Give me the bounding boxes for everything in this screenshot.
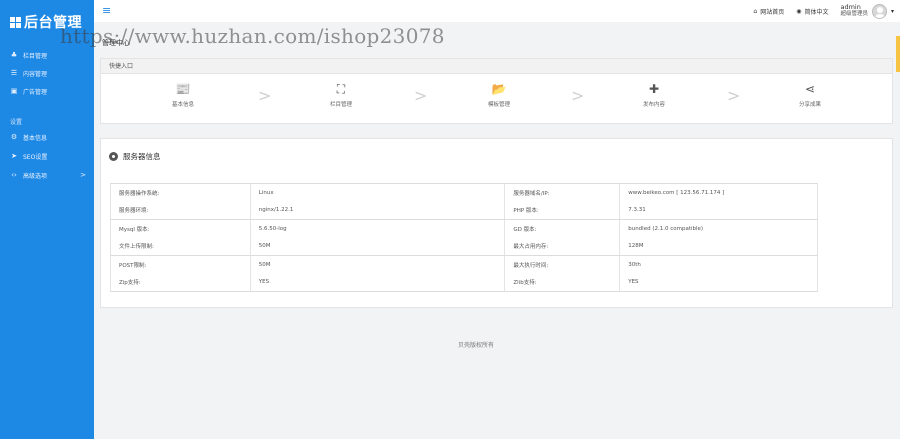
- quick-item-templates[interactable]: 📂 模板管理: [459, 82, 539, 108]
- menu-toggle-icon[interactable]: ≡: [102, 4, 111, 17]
- logo-grid-icon: [10, 16, 21, 28]
- quick-access-title: 快捷入口: [101, 59, 892, 74]
- table-cell: 7.3.31: [619, 201, 818, 220]
- home-icon: ⌂: [753, 7, 758, 15]
- sidebar-item-advanced[interactable]: ‹› 高级选项 >: [0, 166, 94, 184]
- table-cell: 128M: [619, 237, 818, 256]
- quick-item-share[interactable]: ⋖ 分享成果: [770, 82, 850, 108]
- table-cell: 服务器环境:: [110, 201, 251, 220]
- sidebar-item-label: SEO设置: [23, 153, 48, 161]
- newspaper-icon: 📰: [175, 82, 191, 96]
- folder-open-icon: 📂: [491, 82, 507, 96]
- quick-item-label: 分享成果: [798, 102, 821, 108]
- server-info-title-text: 服务器信息: [123, 152, 161, 161]
- chevron-right-icon: >: [80, 171, 86, 179]
- table-cell: bundled (2.1.0 compatible): [619, 219, 818, 238]
- quick-item-basic-info[interactable]: 📰 基本信息: [143, 82, 223, 108]
- chevron-down-icon[interactable]: ▾: [891, 8, 894, 15]
- share-icon: ⋖: [804, 82, 816, 96]
- table-row: Zip支持: YES Zlib支持: YES: [110, 273, 818, 292]
- sidebar-item-label: 栏目管理: [23, 52, 48, 60]
- server-info-panel: 服务器信息 服务器操作系统: Linux 服务器域名/IP: www.beike…: [100, 138, 893, 308]
- globe-icon: ◉: [796, 7, 802, 15]
- table-cell: 服务器域名/IP:: [504, 183, 621, 202]
- chevron-right-icon: >: [571, 86, 585, 105]
- table-cell: 50M: [249, 255, 506, 274]
- plus-icon: ✚: [648, 82, 660, 96]
- quick-item-label: 基本信息: [171, 102, 194, 108]
- sidebar-item-label: 高级选项: [23, 172, 48, 180]
- table-row: 文件上传限制: 50M 最大占用内存: 128M: [110, 237, 818, 256]
- quick-access-panel: 快捷入口 📰 基本信息 > ⛶ 栏目管理 > 📂 模板管理 > ✚ 发布内容 >…: [100, 58, 893, 124]
- send-icon: ➤: [11, 152, 17, 160]
- sidebar-item-label: 基本信息: [23, 134, 48, 142]
- table-cell: YES: [619, 273, 818, 292]
- sitemap-icon: ♣: [10, 51, 18, 59]
- table-cell: 最大占用内存:: [504, 237, 621, 256]
- table-row: POST限制: 50M 最大执行时间: 30th: [110, 255, 818, 274]
- server-info-table: 服务器操作系统: Linux 服务器域名/IP: www.beikeo.com …: [110, 183, 818, 292]
- admin-info: admin 超级管理员: [840, 4, 868, 18]
- language-label: 简体中文: [804, 8, 829, 16]
- table-cell: 30th: [619, 255, 818, 274]
- sidebar-item-basic-info[interactable]: ⚙ 基本信息: [0, 128, 94, 146]
- sidebar-item-label: 广告管理: [23, 88, 48, 96]
- table-row: 服务器操作系统: Linux 服务器域名/IP: www.beikeo.com …: [110, 183, 818, 202]
- avatar[interactable]: [871, 3, 887, 19]
- table-cell: Linux: [249, 183, 506, 202]
- chevron-right-icon: >: [258, 86, 272, 105]
- table-cell: POST限制:: [110, 255, 251, 274]
- table-row: Mysql 版本: 5.6.50-log GD 版本: bundled (2.1…: [110, 219, 818, 238]
- code-icon: ‹›: [11, 171, 17, 179]
- table-cell: PHP 版本:: [504, 201, 621, 220]
- table-row: 服务器环境: nginx/1.22.1 PHP 版本: 7.3.31: [110, 201, 818, 220]
- site-home-link[interactable]: ⌂ 网站首页: [753, 7, 784, 16]
- top-links: ⌂ 网站首页 ◉ 简体中文 admin 超级管理员 ▾: [753, 0, 894, 22]
- gear-icon: ⚙: [10, 133, 18, 141]
- server-info-title: 服务器信息: [109, 151, 161, 162]
- table-cell: YES: [249, 273, 506, 292]
- quick-item-columns[interactable]: ⛶ 栏目管理: [301, 82, 381, 108]
- table-cell: 服务器操作系统:: [110, 183, 251, 202]
- watermark: https://www.huzhan.com/ishop23078: [60, 24, 445, 48]
- footer-copyright: 贝壳版权所有: [458, 342, 495, 349]
- quick-item-label: 发布内容: [642, 102, 665, 108]
- sidebar-item-columns[interactable]: ♣ 栏目管理: [0, 46, 94, 64]
- topbar: ≡ ⌂ 网站首页 ◉ 简体中文 admin 超级管理员 ▾: [94, 0, 900, 22]
- table-cell: 最大执行时间:: [504, 255, 621, 274]
- quick-item-label: 模板管理: [487, 102, 510, 108]
- quick-item-label: 栏目管理: [329, 102, 352, 108]
- table-cell: Mysql 版本:: [110, 219, 251, 238]
- site-home-label: 网站首页: [760, 8, 785, 16]
- quick-access-items: 📰 基本信息 > ⛶ 栏目管理 > 📂 模板管理 > ✚ 发布内容 > ⋖ 分享…: [101, 74, 892, 124]
- table-cell: 50M: [249, 237, 506, 256]
- quick-item-publish[interactable]: ✚ 发布内容: [614, 82, 694, 108]
- sidebar: 后台管理 ♣ 栏目管理 ☰ 内容管理 ▣ 广告管理 设置 ⚙ 基本信息 ➤ SE…: [0, 0, 94, 439]
- image-icon: ▣: [10, 87, 18, 95]
- language-switch[interactable]: ◉ 简体中文: [796, 7, 828, 16]
- table-cell: Zip支持:: [110, 273, 251, 292]
- sidebar-item-label: 内容管理: [23, 70, 48, 78]
- sidebar-item-seo[interactable]: ➤ SEO设置: [0, 147, 94, 165]
- admin-role: 超级管理员: [840, 11, 868, 17]
- sidebar-item-ads[interactable]: ▣ 广告管理: [0, 82, 94, 100]
- table-cell: www.beikeo.com [ 123.56.71.174 ]: [619, 183, 818, 202]
- admin-name: admin: [840, 3, 861, 11]
- sidebar-section-settings: 设置: [10, 119, 23, 126]
- table-cell: 文件上传限制:: [110, 237, 251, 256]
- sidebar-item-content[interactable]: ☰ 内容管理: [0, 64, 94, 82]
- list-icon: ☰: [10, 69, 18, 77]
- chevron-right-icon: >: [727, 86, 741, 105]
- chevron-right-icon: >: [414, 86, 428, 105]
- gear-icon: [109, 152, 118, 161]
- table-cell: nginx/1.22.1: [249, 201, 506, 220]
- admin-menu[interactable]: admin 超级管理员 ▾: [840, 3, 894, 19]
- table-cell: Zlib支持:: [504, 273, 621, 292]
- table-cell: 5.6.50-log: [249, 219, 506, 238]
- feedback-tab[interactable]: [896, 36, 900, 72]
- table-cell: GD 版本:: [504, 219, 621, 238]
- sitemap-icon: ⛶: [336, 82, 346, 96]
